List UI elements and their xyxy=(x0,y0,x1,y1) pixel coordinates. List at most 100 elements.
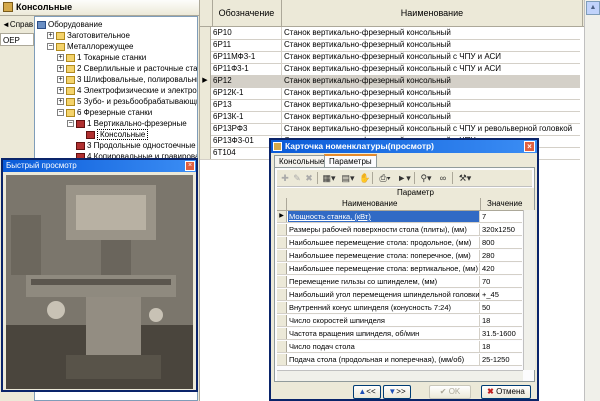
nomenclature-card-dialog: Карточка номенклатуры(просмотр) × Консол… xyxy=(269,138,539,401)
param-value: 70 xyxy=(482,277,491,286)
params-horizontal-scrollbar[interactable] xyxy=(277,370,523,381)
param-name: Частота вращения шпинделя, об/мин xyxy=(288,328,480,339)
cell-designation: 6Р11 xyxy=(212,39,282,51)
dialog-title: Карточка номенклатуры(просмотр) xyxy=(271,140,537,153)
row-indicator xyxy=(277,224,287,235)
param-row[interactable]: Наибольшее перемещение стола: вертикальн… xyxy=(277,263,522,275)
param-value: 7 xyxy=(482,212,487,221)
param-row[interactable]: Наибольшее перемещение стола: поперечное… xyxy=(277,250,522,262)
row-indicator xyxy=(200,111,211,123)
folder-icon xyxy=(66,64,75,73)
row-pointer-icon: ▶ xyxy=(277,211,287,222)
row-indicator xyxy=(277,263,287,274)
param-row[interactable]: ▶ Мощность станка, (кВт) 7 xyxy=(277,211,522,223)
param-row[interactable]: Число скоростей шпинделя 18 xyxy=(277,315,522,327)
tree-item[interactable]: +5 Зубо- и резьбообрабатывающие xyxy=(57,96,197,107)
cell-name: Станок вертикально-фрезерный консольный … xyxy=(284,52,502,61)
param-value: 31.5-1600 xyxy=(482,329,516,338)
expand-icon[interactable]: + xyxy=(57,87,64,95)
add-icon[interactable]: ✚ xyxy=(280,172,290,184)
param-row[interactable]: Число подач стола 18 xyxy=(277,341,522,353)
strip-tab-reference[interactable]: ◄Справ xyxy=(0,18,34,31)
folder-icon xyxy=(66,53,75,62)
tree-item-label: Консольные xyxy=(97,129,149,140)
cell-designation: 6Р13К-1 xyxy=(212,111,282,123)
view-icon[interactable]: ▦▾ xyxy=(321,172,337,184)
param-value: 18 xyxy=(482,316,491,325)
tab-consoles[interactable]: Консольные xyxy=(274,155,330,167)
expand-icon[interactable]: + xyxy=(47,32,54,40)
param-row[interactable]: Перемещение гильзы со шпинделем, (мм) 70 xyxy=(277,276,522,288)
strip-tab-arrow-icon: ◄ xyxy=(2,20,10,29)
book-icon xyxy=(76,119,85,128)
expand-icon[interactable]: + xyxy=(57,98,64,106)
param-row[interactable]: Наибольший угол перемещения шпиндельной … xyxy=(277,289,522,301)
cell-designation: 6Р11МФ3-1 xyxy=(212,51,282,63)
tools-icon[interactable]: ⚒▾ xyxy=(456,172,474,184)
collapse-icon[interactable]: − xyxy=(57,109,64,117)
scroll-up-icon[interactable]: ▲ xyxy=(586,1,600,15)
tree-item[interactable]: − 1 Вертикально-фрезерные xyxy=(67,118,187,129)
cell-name: Станок вертикально-фрезерный консольный xyxy=(284,88,451,97)
binoculars-icon[interactable]: ∞ xyxy=(437,172,449,184)
tree-item[interactable]: + Заготовительное xyxy=(47,30,130,41)
edit-icon[interactable]: ✎ xyxy=(292,172,302,184)
parameters-panel: ✚ ✎ ✖ ▦▾ ▤▾ ✋ ⎙▾ ►▾ ⚲▾ ∞ ⚒▾ Параметр Наи… xyxy=(274,167,535,382)
close-icon[interactable]: × xyxy=(185,161,195,171)
ok-button[interactable]: ✔ OK xyxy=(429,385,471,399)
filter-icon[interactable]: ⚲▾ xyxy=(418,172,434,184)
param-value: 18 xyxy=(482,342,491,351)
column-header-name[interactable]: Наименование xyxy=(282,0,583,26)
expand-icon[interactable]: + xyxy=(57,76,64,84)
column-header-param-value[interactable]: Значение xyxy=(487,198,522,210)
delete-icon[interactable]: ✖ xyxy=(304,172,314,184)
param-row[interactable]: Наибольшее перемещение стола: продольное… xyxy=(277,237,522,249)
tree-item[interactable]: +2 Сверлильные и расточные станки xyxy=(57,63,197,74)
print-icon[interactable]: ⎙▾ xyxy=(376,172,394,184)
tree-item-label: 3 Шлифовальные, полировальные, xyxy=(77,75,198,84)
strip-tab-label: Справ xyxy=(9,20,34,29)
params-vertical-scrollbar[interactable] xyxy=(523,210,535,370)
grid-header: Обозначение Наименование xyxy=(200,0,600,27)
tree-item[interactable]: +3 Шлифовальные, полировальные, xyxy=(57,74,198,85)
expand-icon[interactable]: + xyxy=(57,65,64,73)
strip-tab-oer[interactable]: ОЕР xyxy=(0,33,34,46)
tree-item[interactable]: Оборудование xyxy=(37,19,102,30)
tree-item[interactable]: − Металлорежущее xyxy=(47,41,133,52)
param-row[interactable]: Внутренний конус шпинделя (конусность 7:… xyxy=(277,302,522,314)
row-indicator xyxy=(277,354,287,365)
tree-item[interactable]: +4 Электрофизические и электрох xyxy=(57,85,197,96)
collapse-icon[interactable]: − xyxy=(67,120,74,128)
ok-label: OK xyxy=(448,387,461,396)
param-row[interactable]: Частота вращения шпинделя, об/мин 31.5-16… xyxy=(277,328,522,340)
param-name: Число скоростей шпинделя xyxy=(288,315,480,326)
column-header-param-name[interactable]: Наименование xyxy=(342,198,397,210)
tree-item[interactable]: +1 Токарные станки xyxy=(57,52,146,63)
param-row[interactable]: Подача стола (продольная и поперечная), … xyxy=(277,354,522,366)
next-button[interactable]: ▼>> xyxy=(383,385,411,399)
param-row[interactable]: Размеры рабочей поверхности стола (плиты… xyxy=(277,224,522,236)
tree-item[interactable]: Консольные xyxy=(77,129,149,140)
tree-item-label: 6 Фрезерные станки xyxy=(77,108,153,117)
document-icon[interactable]: ▤▾ xyxy=(340,172,356,184)
grid-vertical-scrollbar[interactable]: ▲ xyxy=(584,0,600,401)
play-icon[interactable]: ►▾ xyxy=(397,172,411,184)
tab-parameters[interactable]: Параметры xyxy=(324,154,377,167)
prev-label: << xyxy=(366,387,376,396)
expand-icon[interactable]: + xyxy=(57,54,64,62)
folder-icon xyxy=(66,97,75,106)
hand-icon[interactable]: ✋ xyxy=(359,172,370,184)
column-header-designation[interactable]: Обозначение xyxy=(212,0,282,26)
row-pointer-icon: ▶ xyxy=(200,75,211,87)
row-indicator xyxy=(200,87,211,99)
strip-tab-label: ОЕР xyxy=(3,36,20,45)
close-icon[interactable]: × xyxy=(524,141,535,152)
tree-item[interactable]: − 6 Фрезерные станки xyxy=(57,107,152,118)
tree-item-label: 1 Вертикально-фрезерные xyxy=(87,119,187,128)
collapse-icon[interactable]: − xyxy=(47,43,54,51)
param-name: Подача стола (продольная и поперечная), … xyxy=(288,354,480,365)
cell-designation: 6Р12К-1 xyxy=(212,87,282,99)
cancel-button[interactable]: ✖ Отмена xyxy=(481,385,531,399)
prev-button[interactable]: ▲<< xyxy=(353,385,381,399)
tree-item[interactable]: 3 Продольные одностоечные xyxy=(67,140,196,151)
